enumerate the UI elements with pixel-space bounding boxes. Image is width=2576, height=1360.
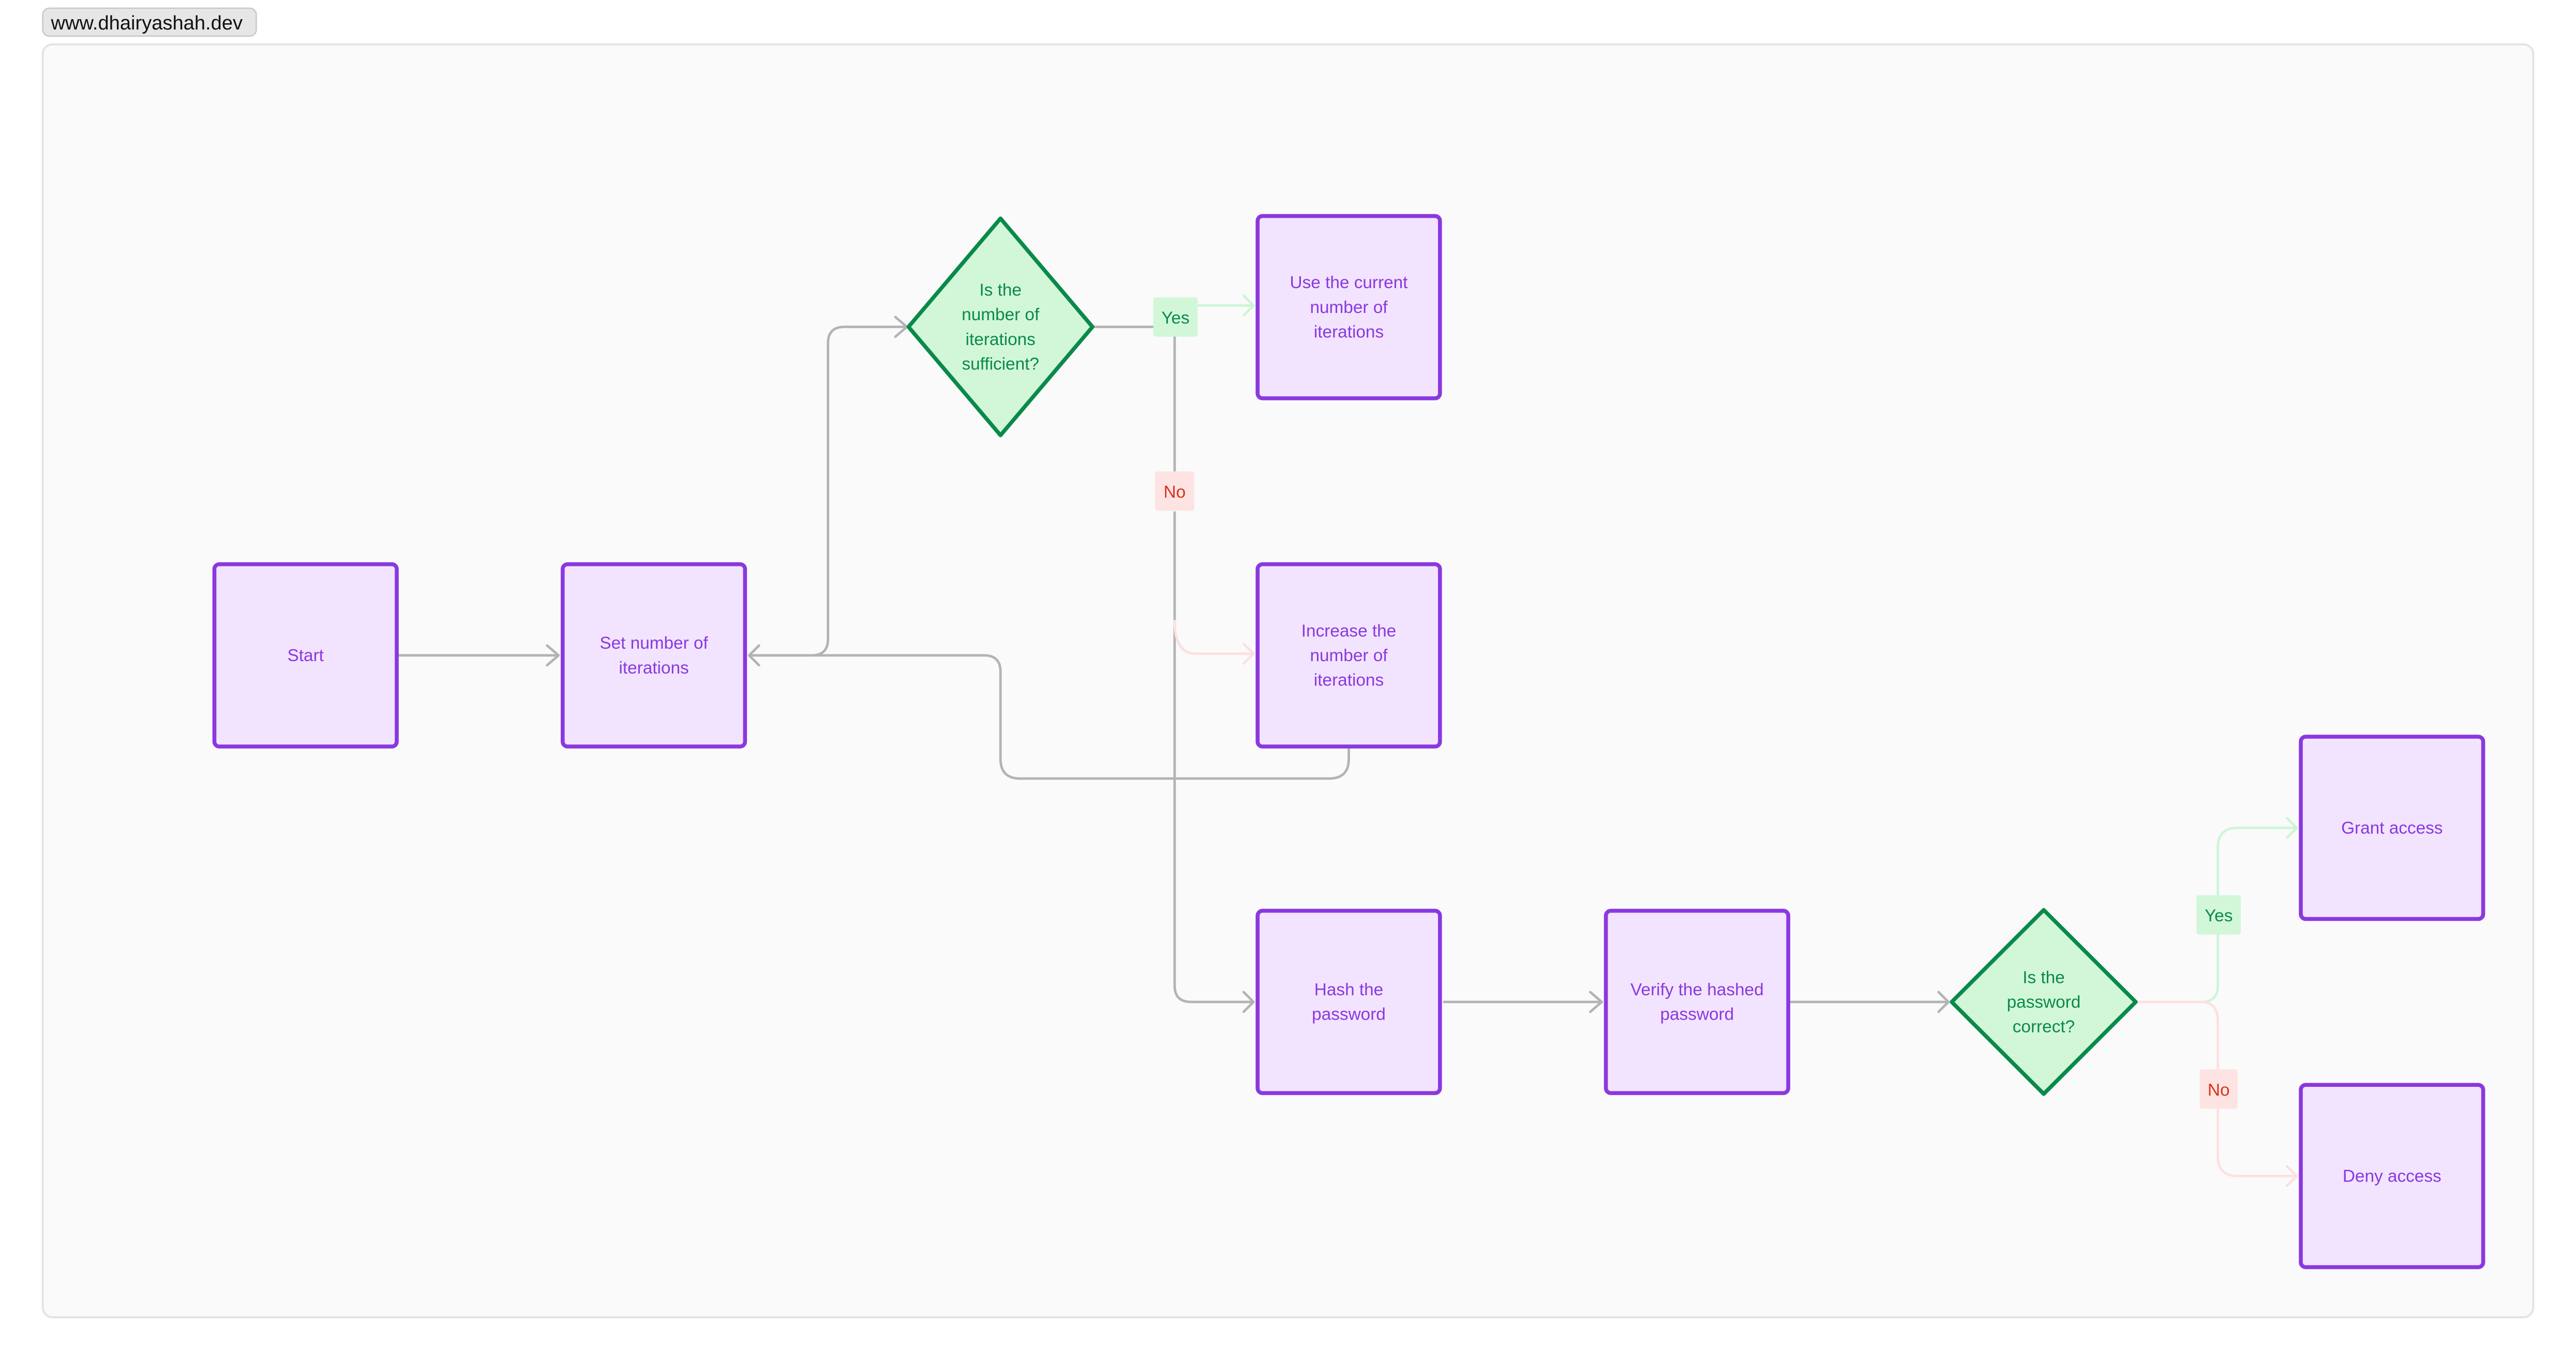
node-label-line: number of [1310,646,1388,665]
flowchart-canvas: www.dhairyashah.dev Yes No Yes No StartS… [41,7,2535,1319]
node-label-line: Deny access [2343,1167,2442,1186]
node-label-line: Verify the hashed [1630,980,1764,999]
node-increase-iterations[interactable]: Increase the number of iterations [1255,562,1442,749]
process-box[interactable] [1604,908,1790,1095]
node-label-line: correct? [2013,1018,2075,1037]
node-set-iterations[interactable]: Set number of iterations [560,562,747,749]
node-hash-password[interactable]: Hash the password [1255,908,1442,1095]
edge-label-no-2: No [2199,1069,2238,1109]
node-label-line: password [1660,1005,1734,1024]
no-label-text: No [1164,483,1186,502]
node-grant-access[interactable]: Grant access [2299,735,2485,921]
edge-label-yes-1: Yes [1153,297,1198,337]
node-label-line: Set number of [600,634,708,653]
node-label-line: password [2007,993,2081,1012]
edge-label-yes-2: Yes [2196,895,2241,935]
node-label-line: Is the [979,281,1022,300]
node-label-line: Increase the [1301,621,1396,640]
yes-label-text: Yes [2205,906,2233,925]
node-verify-hashed[interactable]: Verify the hashed password [1604,908,1790,1095]
node-label-line: Hash the [1314,980,1383,999]
process-box[interactable] [560,562,747,749]
node-deny-access[interactable]: Deny access [2299,1083,2485,1269]
node-label-line: Start [288,646,324,665]
no-label-text: No [2208,1081,2230,1100]
node-label-line: Grant access [2341,818,2443,838]
node-use-current[interactable]: Use the current number of iterations [1255,214,1442,400]
node-label-line: Use the current [1290,273,1409,292]
node-label-line: iterations [966,330,1036,349]
node-label-line: password [1312,1005,1386,1024]
node-label-line: number of [962,305,1040,324]
yes-label-text: Yes [1161,309,1189,328]
node-label-line: number of [1310,298,1388,317]
node-label-line: Is the [2023,968,2065,987]
node-label-line: iterations [619,659,688,678]
node-label-line: sufficient? [962,354,1039,373]
edge-label-no-1: No [1155,471,1194,511]
watermark-text: www.dhairyashah.dev [50,12,243,34]
watermark: www.dhairyashah.dev [42,7,257,37]
node-start[interactable]: Start [212,562,399,749]
process-box[interactable] [1255,908,1442,1095]
node-label-line: iterations [1314,671,1384,690]
node-label-line: iterations [1314,322,1384,341]
